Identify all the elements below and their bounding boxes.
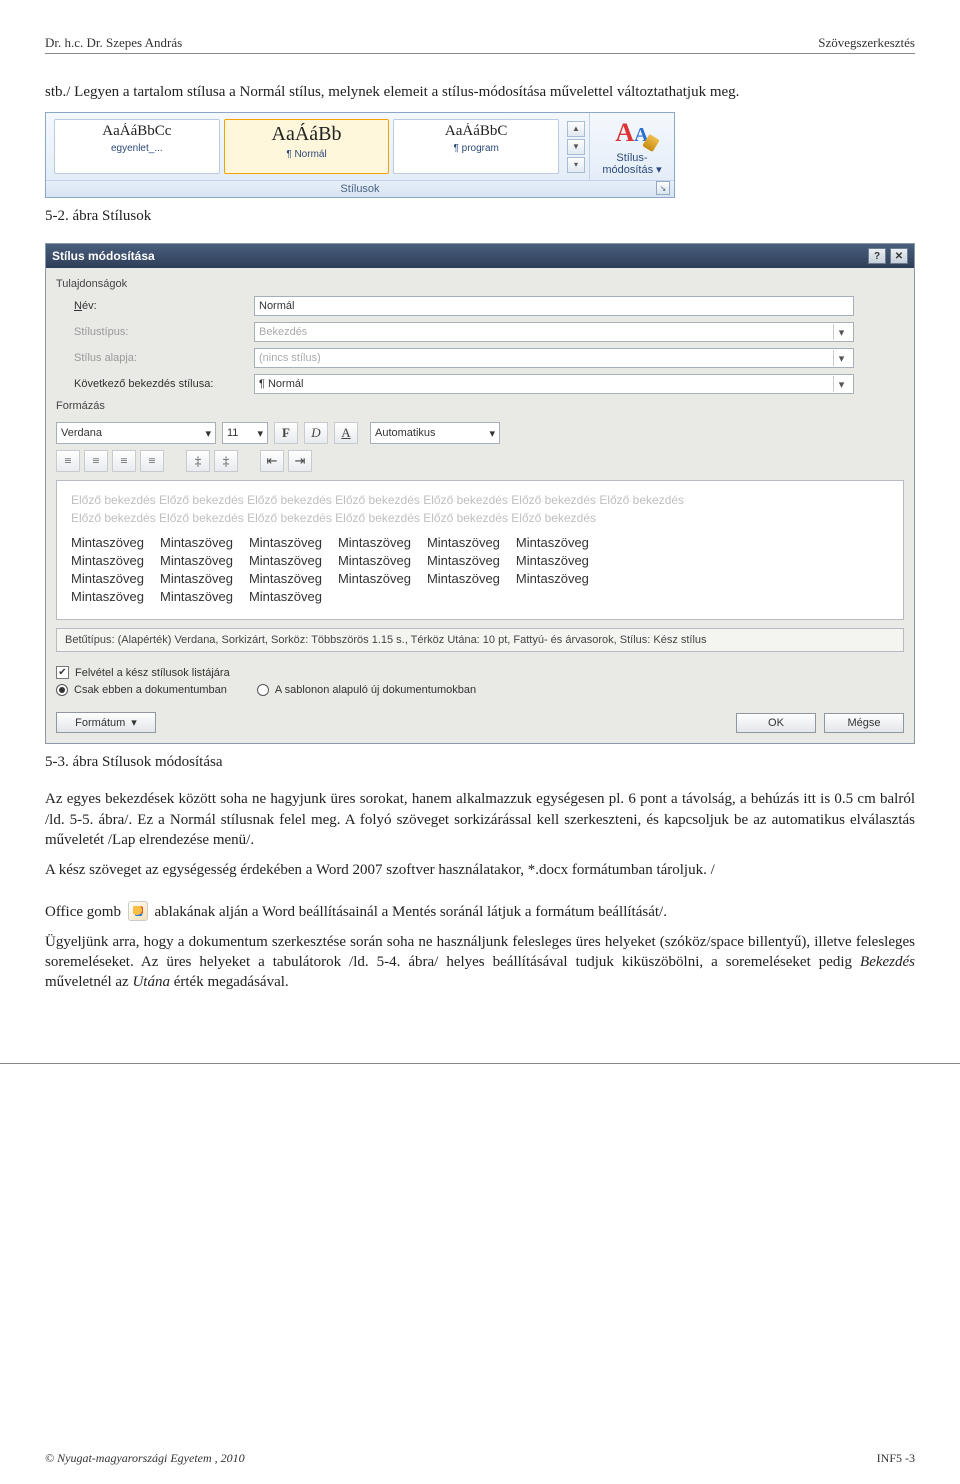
body-paragraph-2: A kész szöveget az egységesség érdekében… xyxy=(45,860,915,922)
style-thumb-normal[interactable]: AaÁáBb ¶ Normál xyxy=(224,119,390,174)
scroll-down-icon[interactable]: ▼ xyxy=(567,139,585,155)
style-modify-button[interactable]: AA Stílus- módosítás ▾ xyxy=(589,113,674,180)
radio-this-label: Csak ebben a dokumentumban xyxy=(74,684,227,696)
style-modify-dialog: Stílus módosítása ? ✕ Tulajdonságok NNév… xyxy=(45,243,915,744)
checkbox-icon: ✔ xyxy=(56,666,69,679)
name-value: Normál xyxy=(259,300,294,312)
body-paragraph-1: Az egyes bekezdések között soha ne hagyj… xyxy=(45,789,915,850)
style-name: egyenlet_... xyxy=(57,143,217,154)
style-gallery: AaÁáBbCc egyenlet_... AaÁáBb ¶ Normál Aa… xyxy=(46,113,567,180)
line-spacing-dec-button[interactable]: ‡ xyxy=(214,450,238,472)
style-thumb-egyenlet[interactable]: AaÁáBbCc egyenlet_... xyxy=(54,119,220,174)
dialog-launcher-icon[interactable]: ↘ xyxy=(656,181,670,195)
style-preview: AaÁáBb xyxy=(227,123,387,146)
align-center-button[interactable]: ≡ xyxy=(84,450,108,472)
format-button-label: Formátum xyxy=(75,717,125,729)
align-justify-button[interactable]: ≡ xyxy=(140,450,164,472)
line-spacing-inc-button[interactable]: ‡ xyxy=(186,450,210,472)
indent-inc-button[interactable]: ⇥ xyxy=(288,450,312,472)
italic-button[interactable]: D xyxy=(304,422,328,444)
ghost-text-1: Előző bekezdés Előző bekezdés Előző beke… xyxy=(71,491,889,509)
type-value: Bekezdés xyxy=(259,326,307,338)
styles-ribbon: AaÁáBbCc egyenlet_... AaÁáBb ¶ Normál Aa… xyxy=(45,112,675,198)
font-family-value: Verdana xyxy=(61,427,102,439)
chevron-down-icon: ▾ xyxy=(833,376,849,392)
bold-button[interactable]: F xyxy=(274,422,298,444)
header-author: Dr. h.c. Dr. Szepes András xyxy=(45,35,182,51)
chevron-down-icon: ▾ xyxy=(489,427,495,440)
radio-template-label: A sablonon alapuló új dokumentumokban xyxy=(275,684,476,696)
style-name: ¶ program xyxy=(396,143,556,154)
intro-paragraph: stb./ Legyen a tartalom stílusa a Normál… xyxy=(45,82,915,102)
font-color-value: Automatikus xyxy=(375,427,436,439)
figure-5-2-caption: 5-2. ábra Stílusok xyxy=(45,208,915,225)
align-left-button[interactable]: ≡ xyxy=(56,450,80,472)
style-preview: AaÁáBbCc xyxy=(57,123,217,140)
basedon-value: (nincs stílus) xyxy=(259,352,321,364)
radio-icon xyxy=(257,684,269,696)
style-preview: AaÁáBbC xyxy=(396,123,556,140)
add-to-list-checkbox[interactable]: ✔ Felvétel a kész stílusok listájára xyxy=(56,666,904,679)
help-icon[interactable]: ? xyxy=(868,248,886,264)
radio-icon xyxy=(56,684,68,696)
type-select: Bekezdés ▾ xyxy=(254,322,854,342)
style-preview-box: Előző bekezdés Előző bekezdés Előző beke… xyxy=(56,480,904,620)
body-paragraph-3: Ügyeljünk arra, hogy a dokumentum szerke… xyxy=(45,932,915,993)
dialog-title: Stílus módosítása xyxy=(52,249,155,263)
ribbon-group-label: Stílusok xyxy=(340,183,379,195)
name-input[interactable]: Normál xyxy=(254,296,854,316)
align-right-button[interactable]: ≡ xyxy=(112,450,136,472)
chevron-down-icon: ▾ xyxy=(205,427,211,440)
style-modify-label-2: módosítás xyxy=(602,164,653,176)
next-style-select[interactable]: ¶ Normál ▾ xyxy=(254,374,854,394)
scroll-up-icon[interactable]: ▲ xyxy=(567,121,585,137)
gallery-scroll: ▲ ▼ ▾ xyxy=(567,113,589,180)
basedon-select: (nincs stílus) ▾ xyxy=(254,348,854,368)
type-label: Stílustípus: xyxy=(74,326,254,338)
next-style-label: Következő bekezdés stílusa: xyxy=(74,378,254,390)
chevron-down-icon: ▾ xyxy=(257,427,263,440)
style-modify-label-1: Stílus- xyxy=(616,152,647,164)
style-summary: Betűtípus: (Alapérték) Verdana, Sorkizár… xyxy=(56,628,904,652)
style-modify-icon: AA xyxy=(615,118,648,148)
indent-dec-button[interactable]: ⇤ xyxy=(260,450,284,472)
chevron-down-icon: ▾ xyxy=(833,324,849,340)
dialog-titlebar: Stílus módosítása ? ✕ xyxy=(46,244,914,268)
chevron-down-icon: ▾ xyxy=(131,716,137,729)
cancel-button[interactable]: Mégse xyxy=(824,713,904,733)
radio-this-doc[interactable]: Csak ebben a dokumentumban xyxy=(56,684,227,696)
font-size-select[interactable]: 11 ▾ xyxy=(222,422,268,444)
properties-section-label: Tulajdonságok xyxy=(56,278,904,290)
chevron-down-icon: ▾ xyxy=(656,164,662,176)
gallery-expand-icon[interactable]: ▾ xyxy=(567,157,585,173)
ghost-text-2: Előző bekezdés Előző bekezdés Előző beke… xyxy=(71,509,889,527)
font-color-select[interactable]: Automatikus ▾ xyxy=(370,422,500,444)
close-icon[interactable]: ✕ xyxy=(890,248,908,264)
font-family-select[interactable]: Verdana ▾ xyxy=(56,422,216,444)
footer-page-number: INF5 -3 xyxy=(877,1451,915,1466)
font-size-value: 11 xyxy=(227,427,238,439)
format-button[interactable]: Formátum ▾ xyxy=(56,712,156,733)
name-label: NNév:év: xyxy=(74,300,254,312)
next-style-value: ¶ Normál xyxy=(259,378,303,390)
figure-5-3-caption: 5-3. ábra Stílusok módosítása xyxy=(45,754,915,771)
chevron-down-icon: ▾ xyxy=(833,350,849,366)
ok-button[interactable]: OK xyxy=(736,713,816,733)
style-name: ¶ Normál xyxy=(227,149,387,160)
header-title: Szövegszerkesztés xyxy=(818,35,915,51)
radio-template[interactable]: A sablonon alapuló új dokumentumokban xyxy=(257,684,476,696)
basedon-label: Stílus alapja: xyxy=(74,352,254,364)
footer-copyright: © Nyugat-magyarországi Egyetem , 2010 xyxy=(45,1451,245,1466)
format-section-label: Formázás xyxy=(56,400,904,412)
office-button-icon xyxy=(128,901,148,921)
underline-button[interactable]: A xyxy=(334,422,358,444)
style-thumb-program[interactable]: AaÁáBbC ¶ program xyxy=(393,119,559,174)
